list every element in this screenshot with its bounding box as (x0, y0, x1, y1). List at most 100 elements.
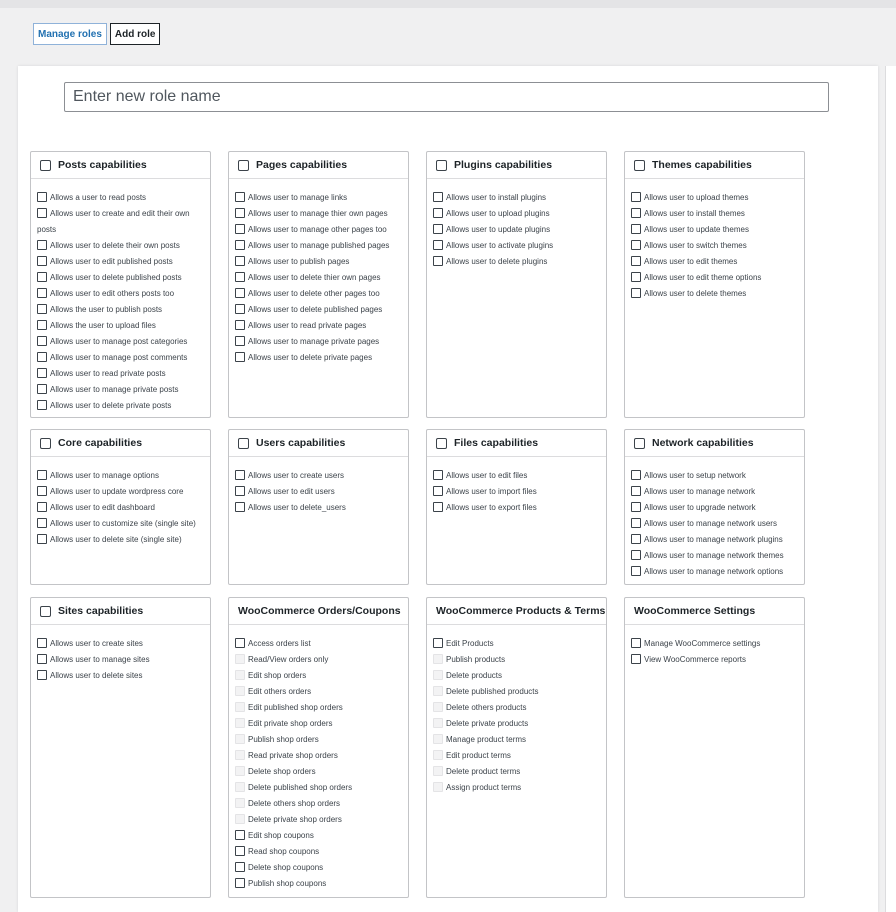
capability-item[interactable]: Allows user to delete_users (235, 500, 403, 516)
capability-item[interactable]: Allows user to install themes (631, 206, 799, 222)
capability-checkbox[interactable] (37, 518, 47, 528)
capability-item[interactable]: Allows user to manage private pages (235, 334, 403, 350)
capability-checkbox[interactable] (37, 638, 47, 648)
capability-item[interactable]: Allows user to manage network options (631, 564, 799, 580)
capability-checkbox[interactable] (631, 566, 641, 576)
capability-item[interactable]: Allows user to manage network users (631, 516, 799, 532)
select-all-checkbox[interactable] (40, 437, 51, 449)
capability-item[interactable]: Allows user to delete other pages too (235, 286, 403, 302)
capability-item[interactable]: Allows user to manage published pages (235, 238, 403, 254)
capability-item[interactable]: Allows user to manage network themes (631, 548, 799, 564)
capability-checkbox[interactable] (37, 240, 47, 250)
capability-item[interactable]: Allows a user to read posts (37, 190, 205, 206)
capability-checkbox[interactable] (631, 272, 641, 282)
capability-item[interactable]: Allows user to setup network (631, 468, 799, 484)
capability-item[interactable]: Allows the user to upload files (37, 318, 205, 334)
capability-checkbox[interactable] (235, 272, 245, 282)
capability-item[interactable]: Allows user to delete private posts (37, 398, 205, 414)
capability-checkbox[interactable] (37, 352, 47, 362)
capability-item[interactable]: Allows user to upgrade network (631, 500, 799, 516)
capability-item[interactable]: Allows user to update themes (631, 222, 799, 238)
capability-checkbox[interactable] (631, 638, 641, 648)
capability-checkbox[interactable] (433, 638, 443, 648)
capability-checkbox[interactable] (235, 878, 245, 888)
capability-item[interactable]: Allows user to delete published posts (37, 270, 205, 286)
capability-checkbox[interactable] (631, 534, 641, 544)
capability-item[interactable]: Allows user to import files (433, 484, 601, 500)
capability-item[interactable]: Allows user to manage post categories (37, 334, 205, 350)
capability-item[interactable]: Allows user to manage other pages too (235, 222, 403, 238)
capability-checkbox[interactable] (235, 830, 245, 840)
capability-item[interactable]: Allows user to update plugins (433, 222, 601, 238)
capability-checkbox[interactable] (37, 654, 47, 664)
capability-item[interactable]: Delete shop coupons (235, 860, 403, 876)
select-all-checkbox[interactable] (436, 159, 447, 171)
capability-item[interactable]: Allows user to delete sites (37, 668, 205, 684)
capability-checkbox[interactable] (37, 384, 47, 394)
capability-checkbox[interactable] (631, 208, 641, 218)
capability-item[interactable]: Allows user to activate plugins (433, 238, 601, 254)
select-all-checkbox[interactable] (238, 437, 249, 449)
capability-item[interactable]: Allows user to edit others posts too (37, 286, 205, 302)
capability-item[interactable]: Manage WooCommerce settings (631, 636, 799, 652)
capability-item[interactable]: Allows user to export files (433, 500, 601, 516)
capability-item[interactable]: Allows user to manage links (235, 190, 403, 206)
capability-checkbox[interactable] (235, 320, 245, 330)
capability-item[interactable]: Allows user to manage network (631, 484, 799, 500)
capability-item[interactable]: Allows user to read private posts (37, 366, 205, 382)
capability-checkbox[interactable] (37, 192, 47, 202)
capability-item[interactable]: Allows user to read private pages (235, 318, 403, 334)
capability-item[interactable]: Allows user to edit files (433, 468, 601, 484)
capability-checkbox[interactable] (433, 224, 443, 234)
capability-item[interactable]: Allows user to manage options (37, 468, 205, 484)
capability-item[interactable]: Read shop coupons (235, 844, 403, 860)
capability-item[interactable]: Allows user to edit themes (631, 254, 799, 270)
capability-checkbox[interactable] (37, 486, 47, 496)
capability-checkbox[interactable] (433, 486, 443, 496)
select-all-checkbox[interactable] (238, 159, 249, 171)
role-name-input[interactable] (64, 82, 829, 112)
capability-checkbox[interactable] (37, 470, 47, 480)
capability-checkbox[interactable] (37, 670, 47, 680)
capability-checkbox[interactable] (37, 304, 47, 314)
capability-item[interactable]: Allows user to manage network plugins (631, 532, 799, 548)
capability-checkbox[interactable] (235, 638, 245, 648)
capability-checkbox[interactable] (235, 502, 245, 512)
capability-item[interactable]: Allows user to manage private posts (37, 382, 205, 398)
capability-item[interactable]: Allows the user to publish posts (37, 302, 205, 318)
capability-checkbox[interactable] (235, 192, 245, 202)
capability-checkbox[interactable] (433, 240, 443, 250)
capability-checkbox[interactable] (37, 288, 47, 298)
capability-item[interactable]: View WooCommerce reports (631, 652, 799, 668)
capability-checkbox[interactable] (37, 208, 47, 218)
capability-item[interactable]: Allows user to edit theme options (631, 270, 799, 286)
capability-checkbox[interactable] (631, 550, 641, 560)
capability-item[interactable]: Publish shop coupons (235, 876, 403, 892)
manage-roles-tab[interactable]: Manage roles (33, 23, 107, 45)
capability-item[interactable]: Allows user to delete private pages (235, 350, 403, 366)
capability-item[interactable]: Allows user to delete site (single site) (37, 532, 205, 548)
capability-item[interactable]: Edit Products (433, 636, 601, 652)
capability-checkbox[interactable] (235, 470, 245, 480)
capability-item[interactable]: Allows user to delete plugins (433, 254, 601, 270)
capability-checkbox[interactable] (235, 352, 245, 362)
capability-item[interactable]: Allows user to create and edit their own… (37, 206, 205, 238)
capability-checkbox[interactable] (235, 846, 245, 856)
capability-checkbox[interactable] (631, 224, 641, 234)
capability-checkbox[interactable] (235, 486, 245, 496)
capability-checkbox[interactable] (433, 208, 443, 218)
capability-item[interactable]: Allows user to manage sites (37, 652, 205, 668)
capability-item[interactable]: Allows user to upload plugins (433, 206, 601, 222)
select-all-checkbox[interactable] (634, 159, 645, 171)
capability-checkbox[interactable] (37, 400, 47, 410)
add-role-tab[interactable]: Add role (109, 23, 161, 45)
capability-item[interactable]: Allows user to manage post comments (37, 350, 205, 366)
capability-checkbox[interactable] (235, 224, 245, 234)
select-all-checkbox[interactable] (436, 437, 447, 449)
capability-checkbox[interactable] (631, 288, 641, 298)
capability-checkbox[interactable] (235, 304, 245, 314)
select-all-checkbox[interactable] (40, 159, 51, 171)
capability-item[interactable]: Allows user to delete thier own pages (235, 270, 403, 286)
capability-checkbox[interactable] (631, 192, 641, 202)
capability-checkbox[interactable] (235, 862, 245, 872)
